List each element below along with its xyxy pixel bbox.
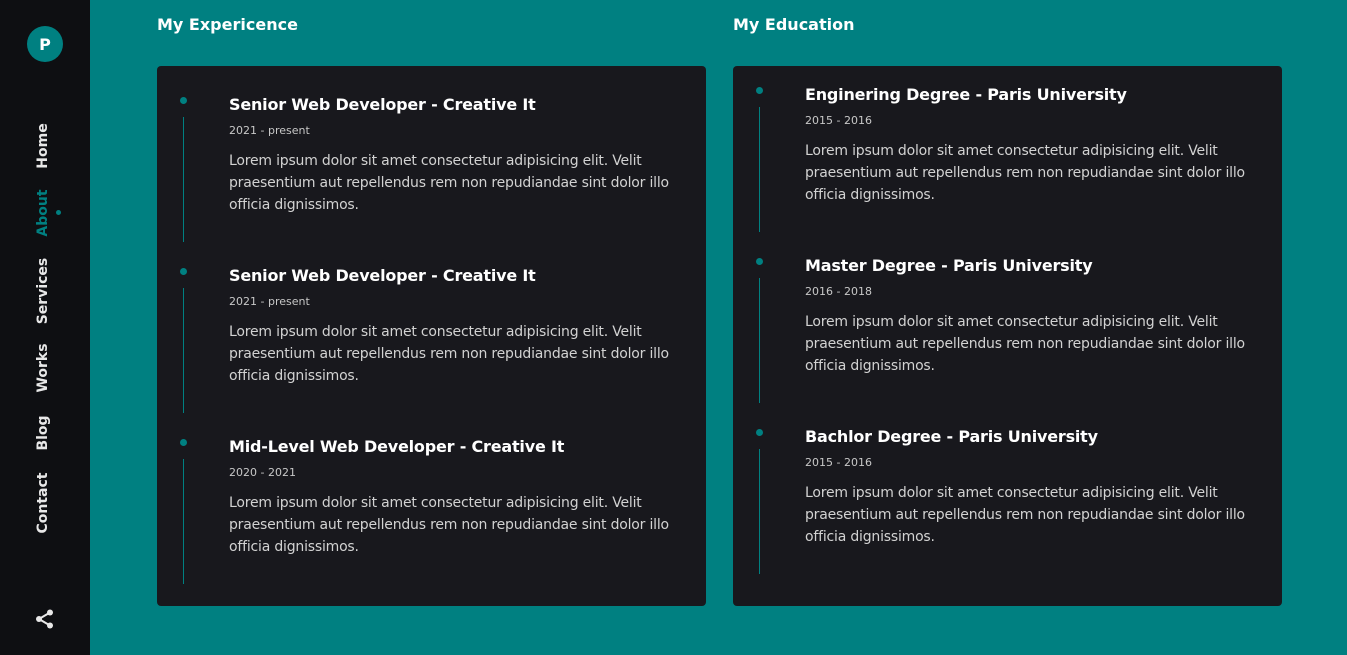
- experience-date: 2021 - present: [229, 295, 310, 308]
- nav-item-services[interactable]: Services: [35, 258, 51, 325]
- education-item: Master Degree - Paris University 2016 - …: [733, 256, 1282, 429]
- share-icon[interactable]: [35, 609, 55, 629]
- education-heading: My Education: [733, 15, 855, 34]
- education-description: Lorem ipsum dolor sit amet consectetur a…: [805, 485, 1245, 545]
- experience-description: Lorem ipsum dolor sit amet consectetur a…: [229, 153, 669, 213]
- timeline-dot: [180, 439, 187, 446]
- timeline-line: [759, 278, 760, 403]
- education-item: Bachlor Degree - Paris University 2015 -…: [733, 427, 1282, 600]
- experience-item: Mid-Level Web Developer - Creative It 20…: [157, 437, 706, 610]
- education-title: Enginering Degree - Paris University: [805, 85, 1127, 104]
- timeline-line: [759, 107, 760, 232]
- nav-item-works[interactable]: Works: [35, 343, 51, 392]
- experience-date: 2021 - present: [229, 124, 310, 137]
- experience-card: Senior Web Developer - Creative It 2021 …: [157, 66, 706, 606]
- education-title: Master Degree - Paris University: [805, 256, 1093, 275]
- education-date: 2015 - 2016: [805, 114, 872, 127]
- timeline-dot: [180, 97, 187, 104]
- education-title: Bachlor Degree - Paris University: [805, 427, 1098, 446]
- experience-description: Lorem ipsum dolor sit amet consectetur a…: [229, 495, 669, 555]
- education-item: Enginering Degree - Paris University 201…: [733, 85, 1282, 258]
- timeline-line: [183, 288, 184, 413]
- timeline-dot: [756, 429, 763, 436]
- timeline-line: [183, 459, 184, 584]
- sidebar: P Home About Services Works Blog Contact: [0, 0, 90, 655]
- education-date: 2016 - 2018: [805, 285, 872, 298]
- experience-title: Mid-Level Web Developer - Creative It: [229, 437, 565, 456]
- experience-item: Senior Web Developer - Creative It 2021 …: [157, 266, 706, 439]
- education-description: Lorem ipsum dolor sit amet consectetur a…: [805, 314, 1245, 374]
- nav-item-blog[interactable]: Blog: [35, 415, 51, 450]
- timeline-dot: [180, 268, 187, 275]
- timeline-dot: [756, 87, 763, 94]
- nav-item-home[interactable]: Home: [35, 123, 51, 168]
- timeline-line: [759, 449, 760, 574]
- experience-item: Senior Web Developer - Creative It 2021 …: [157, 95, 706, 268]
- nav-item-about[interactable]: About: [35, 189, 51, 236]
- experience-description: Lorem ipsum dolor sit amet consectetur a…: [229, 324, 669, 384]
- timeline-dot: [756, 258, 763, 265]
- experience-date: 2020 - 2021: [229, 466, 296, 479]
- education-description: Lorem ipsum dolor sit amet consectetur a…: [805, 143, 1245, 203]
- education-card: Enginering Degree - Paris University 201…: [733, 66, 1282, 606]
- experience-heading: My Expericence: [157, 15, 298, 34]
- experience-title: Senior Web Developer - Creative It: [229, 95, 536, 114]
- education-date: 2015 - 2016: [805, 456, 872, 469]
- nav-item-contact[interactable]: Contact: [35, 473, 51, 534]
- timeline-line: [183, 117, 184, 242]
- avatar[interactable]: P: [27, 26, 63, 62]
- active-indicator: [56, 210, 61, 215]
- experience-title: Senior Web Developer - Creative It: [229, 266, 536, 285]
